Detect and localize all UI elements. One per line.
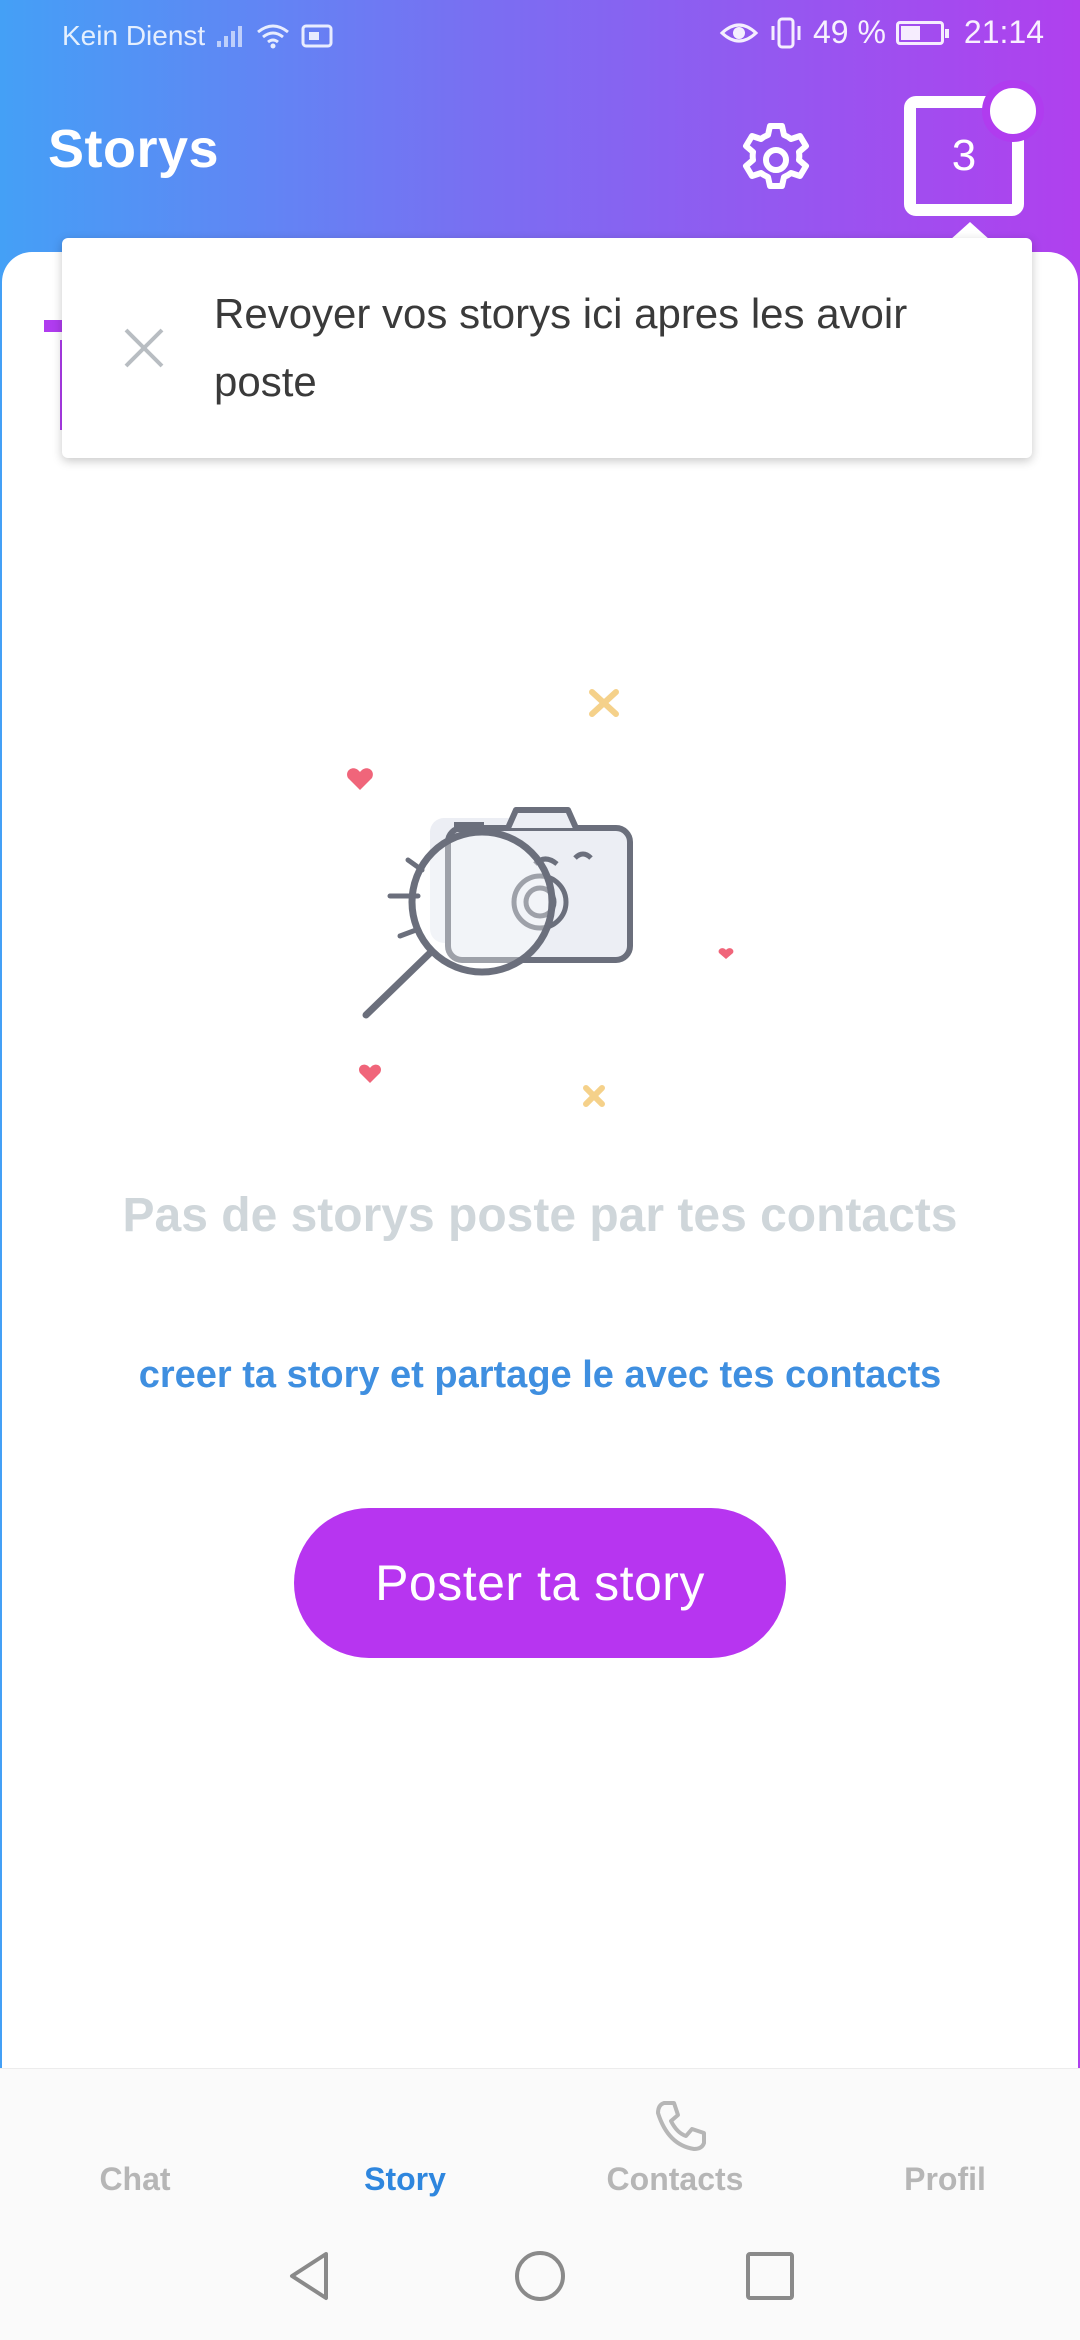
card-accent xyxy=(44,320,64,332)
status-left: Kein Dienst xyxy=(62,20,335,52)
battery-percent: 49 % xyxy=(812,14,886,50)
tab-contacts-label: Contacts xyxy=(606,2161,744,2197)
notification-dot xyxy=(982,80,1044,142)
tab-chat[interactable]: Chat xyxy=(0,2069,270,2213)
tab-profil[interactable]: Profil xyxy=(810,2069,1080,2213)
tab-story[interactable]: Story xyxy=(270,2069,540,2213)
status-right: 49 % 21:14 xyxy=(719,14,1044,51)
signal-icon xyxy=(217,26,243,47)
story-screen: Kein Dienst 49 % 21:14 Storys 3 Revoyer … xyxy=(0,0,1080,2340)
tooltip-popup: Revoyer vos storys ici apres les avoir p… xyxy=(62,238,1032,458)
tab-story-label: Story xyxy=(364,2161,446,2197)
camera-magnifier-illustration xyxy=(347,689,734,1107)
system-nav-bar xyxy=(0,2212,1080,2340)
post-story-button[interactable]: Poster ta story xyxy=(294,1508,786,1658)
story-count: 3 xyxy=(951,131,977,180)
back-icon[interactable] xyxy=(282,2248,338,2304)
screen-cast-icon xyxy=(301,24,333,48)
tab-profil-label: Profil xyxy=(904,2161,986,2197)
bottom-nav: Chat Story Contacts Profil xyxy=(0,2068,1080,2213)
vibrate-icon xyxy=(771,17,801,48)
empty-state-title: Pas de storys poste par tes contacts xyxy=(122,1189,958,1242)
close-icon xyxy=(124,328,164,368)
wifi-icon xyxy=(257,24,290,49)
page-title: Storys xyxy=(48,119,220,179)
empty-state-subtitle: creer ta story et partage le avec tes co… xyxy=(138,1354,942,1396)
settings-button[interactable] xyxy=(736,120,816,200)
clock: 21:14 xyxy=(963,14,1044,50)
tooltip-close-button[interactable] xyxy=(114,318,174,378)
tooltip-text: Revoyer vos storys ici apres les avoir p… xyxy=(214,290,908,405)
home-icon[interactable] xyxy=(512,2248,568,2304)
eye-icon xyxy=(719,23,759,42)
my-stories-button[interactable]: 3 xyxy=(904,80,1044,216)
tab-chat-label: Chat xyxy=(99,2161,171,2197)
status-bar: Kein Dienst 49 % 21:14 xyxy=(0,0,1080,76)
content-card xyxy=(2,252,1078,2072)
tab-contacts[interactable]: Contacts xyxy=(540,2069,810,2213)
battery-icon xyxy=(895,20,949,45)
carrier-text: Kein Dienst xyxy=(62,20,206,51)
gear-icon xyxy=(743,123,809,189)
recents-icon[interactable] xyxy=(742,2248,798,2304)
phone-icon xyxy=(656,2101,706,2151)
